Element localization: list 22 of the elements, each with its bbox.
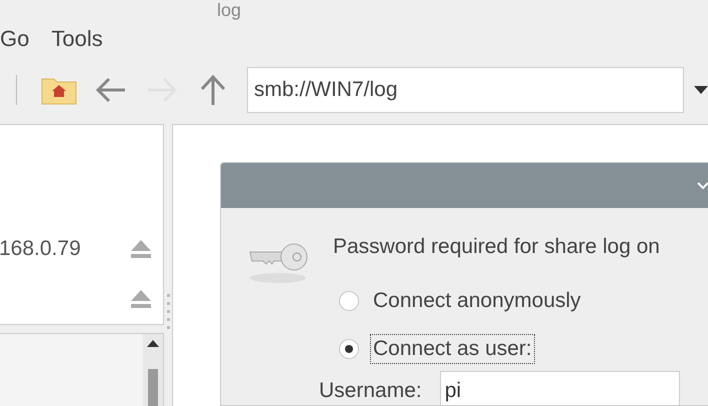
dropdown-caret-icon[interactable] bbox=[694, 86, 708, 94]
menu-item[interactable]: Tools bbox=[51, 24, 103, 54]
scrollbar[interactable] bbox=[143, 334, 163, 406]
username-field[interactable]: pi bbox=[440, 371, 680, 405]
address-field[interactable]: smb://WIN7/log bbox=[246, 67, 684, 113]
dialog-message: Password required for share log on bbox=[333, 234, 661, 260]
radio-label[interactable]: Connect anonymously bbox=[370, 286, 584, 316]
chevron-down-icon[interactable] bbox=[697, 182, 708, 190]
radio-label[interactable]: Connect as user: bbox=[370, 334, 535, 364]
up-arrow-icon bbox=[199, 74, 228, 106]
place-label[interactable]: 168.0.79 bbox=[0, 237, 81, 261]
back-arrow-icon bbox=[94, 76, 127, 104]
field-label: Username: bbox=[319, 378, 422, 403]
eject-icon[interactable] bbox=[131, 240, 151, 258]
menu-item[interactable]: Go bbox=[0, 24, 30, 54]
window-title: log bbox=[216, 0, 242, 20]
scrollbar-thumb[interactable] bbox=[148, 369, 158, 406]
radio-button[interactable] bbox=[339, 339, 359, 359]
scroll-up-icon[interactable] bbox=[147, 340, 159, 347]
eject-icon[interactable] bbox=[131, 290, 151, 308]
splitter-handle[interactable] bbox=[166, 294, 170, 330]
radio-button[interactable] bbox=[339, 291, 359, 311]
